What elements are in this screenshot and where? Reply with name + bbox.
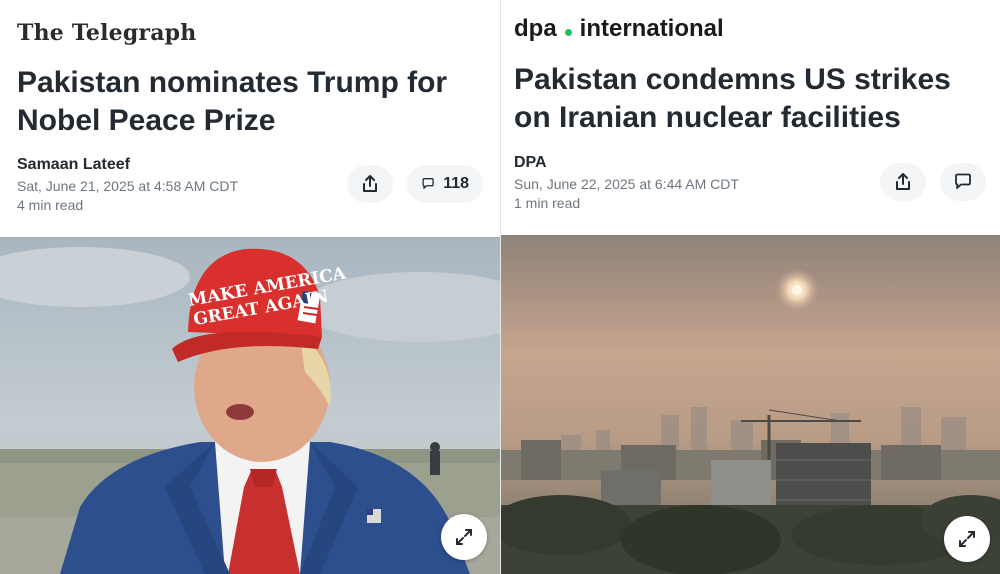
dpa-logo-dot (564, 28, 572, 36)
article-headline[interactable]: Pakistan nominates Trump for Nobel Peace… (17, 64, 457, 140)
share-button[interactable] (880, 163, 926, 201)
comment-icon (422, 178, 434, 189)
author-name[interactable]: Samaan Lateef (17, 156, 130, 174)
comment-icon (955, 173, 971, 189)
share-icon (896, 173, 910, 190)
article-photo-trump[interactable]: MAKE AMERICA GREAT AGAIN (0, 237, 500, 574)
article-card-dpa: dpa international Pakistan condemns US s… (500, 0, 1000, 574)
article-meta: Sat, June 21, 2025 at 4:58 AM CDT 4 min … (17, 177, 238, 215)
read-time: 1 min read (514, 195, 581, 211)
dpa-logo-text: dpa (514, 15, 557, 42)
article-card-telegraph: The Telegraph Pakistan nominates Trump f… (0, 0, 500, 574)
dpa-logo[interactable]: dpa international (514, 15, 724, 43)
author-name[interactable]: DPA (514, 154, 547, 172)
article-headline[interactable]: Pakistan condemns US strikes on Iranian … (514, 61, 994, 137)
share-icon (363, 175, 377, 192)
expand-icon (959, 531, 975, 547)
article-photo-skyline[interactable] (501, 235, 1000, 574)
dpa-logo-suffix: international (579, 15, 724, 42)
share-button[interactable] (347, 165, 393, 203)
comment-count: 118 (443, 175, 469, 192)
telegraph-logo[interactable]: The Telegraph (17, 20, 196, 46)
article-meta: Sun, June 22, 2025 at 6:44 AM CDT 1 min … (514, 175, 739, 213)
publish-date: Sun, June 22, 2025 at 6:44 AM CDT (514, 176, 739, 192)
expand-icon (456, 529, 472, 545)
comments-button[interactable] (940, 163, 986, 201)
read-time: 4 min read (17, 197, 84, 213)
comments-button[interactable]: 118 (407, 165, 483, 203)
expand-photo-button[interactable] (944, 516, 990, 562)
expand-photo-button[interactable] (441, 514, 487, 560)
publish-date: Sat, June 21, 2025 at 4:58 AM CDT (17, 178, 239, 194)
